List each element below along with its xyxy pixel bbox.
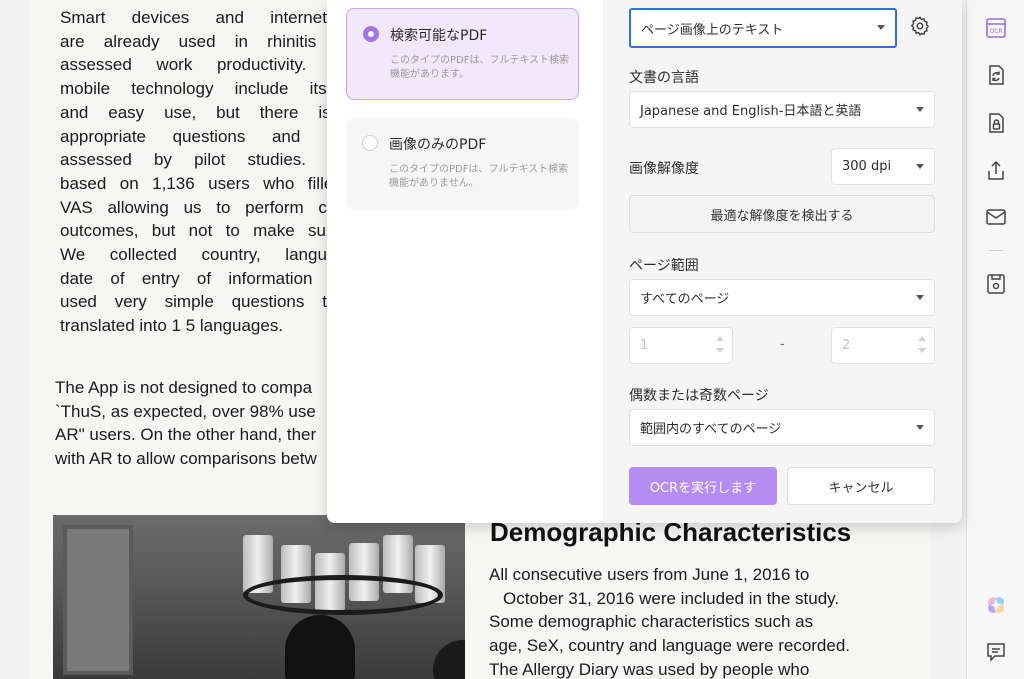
ocr-type-options: 検索可能なPDF このタイプのPDFは、フルテキスト検索機能があります。 画像の… [327,0,603,523]
text-line: based on 1,136 users who filled i [60,173,360,193]
toolbar-divider [989,250,1003,251]
range-to-value: 2 [842,338,851,353]
text-line: appropriate questions and resu [60,126,360,146]
text-line: `ThuS, as expected, over 98% use [55,401,316,421]
text-line: assessed work productivity. The [60,55,360,75]
resolution-select[interactable]: 300 dpi [831,148,935,185]
text-line: The Allergy Diary was used by people who [489,659,810,679]
text-line: VAS allowing us to perform comp [60,197,360,217]
document-paragraph-1: Smart devices and internet-bas are alrea… [60,6,360,338]
text-line: and easy use, but there is a [60,102,360,122]
run-ocr-button[interactable]: OCRを実行します [629,467,777,505]
protect-icon[interactable] [984,111,1008,135]
option-title: 画像のみのPDF [389,137,487,153]
language-select[interactable]: Japanese and English-日本語と英語 [629,91,935,128]
chevron-down-icon [916,425,924,430]
resolution-value: 300 dpi [842,159,892,174]
chevron-down-icon [916,295,924,300]
text-line: outcomes, but not to make subgro [60,221,360,241]
cancel-button[interactable]: キャンセル [787,467,935,505]
text-line: AR" users. On the other hand, ther [55,425,317,445]
comment-icon[interactable] [984,640,1008,664]
chevron-down-icon [916,164,924,169]
mail-icon[interactable] [984,205,1008,229]
gear-icon[interactable] [909,15,931,37]
output-mode-value: ページ画像上のテキスト [641,22,784,38]
radio-unselected[interactable] [362,135,378,151]
page-range-select[interactable]: すべてのページ [629,279,935,316]
text-line: Smart devices and internet-bas [60,8,360,27]
option-title: 検索可能なPDF [390,28,488,44]
text-line: used very simple questions trans [60,292,360,312]
stepper-icon[interactable] [918,336,926,356]
save-icon[interactable] [984,272,1008,296]
range-from-input[interactable]: 1 [629,327,733,364]
language-value: Japanese and English-日本語と英語 [640,104,862,119]
page-range-label: ページ範囲 [629,258,699,274]
text-line: with AR to allow comparisons betw [55,449,317,469]
range-from-value: 1 [640,338,649,353]
odd-even-label: 偶数または奇数ページ [629,388,769,404]
option-image-only-pdf[interactable]: 画像のみのPDF このタイプのPDFは、フルテキスト検索機能がありません。 [346,118,579,210]
document-photo [53,515,465,679]
text-line: Some demographic characteristics such as [489,612,814,632]
document-paragraph-2: The App is not designed to compa `ThuS, … [55,376,317,471]
option-description: このタイプのPDFは、フルテキスト検索機能がありません。 [389,164,569,189]
svg-text:OCR: OCR [989,28,1002,35]
chevron-down-icon [916,107,924,112]
text-line: age, SeX, country and language were reco… [489,636,851,656]
ocr-icon[interactable]: OCR [984,16,1008,40]
share-icon[interactable] [984,159,1008,183]
range-separator: - [780,337,785,352]
text-line: translated into 1 5 languages. [60,316,284,336]
chevron-down-icon [877,25,885,30]
stepper-icon[interactable] [716,336,724,356]
detect-resolution-button[interactable]: 最適な解像度を検出する [629,195,935,233]
text-line: are already used in rhinitis (24 [60,31,360,51]
range-to-input[interactable]: 2 [831,327,935,364]
text-line: All consecutive users from June 1, 2016 … [489,565,810,584]
output-mode-select[interactable]: ページ画像上のテキスト [629,8,897,48]
resolution-label: 画像解像度 [629,161,699,177]
convert-icon[interactable] [984,63,1008,87]
ocr-settings: ページ画像上のテキスト 文書の言語 Japanese and English-日… [603,0,962,523]
text-line: The App is not designed to compa [55,378,313,397]
ai-assistant-icon[interactable] [984,593,1008,617]
language-label: 文書の言語 [629,70,699,86]
odd-even-value: 範囲内のすべてのページ [640,422,782,437]
right-toolbar: OCR [966,0,1024,679]
radio-selected[interactable] [363,26,379,42]
document-paragraph-3: All consecutive users from June 1, 2016 … [489,563,850,679]
ocr-panel: 検索可能なPDF このタイプのPDFは、フルテキスト検索機能があります。 画像の… [327,0,962,523]
page-range-value: すべてのページ [640,292,730,307]
option-description: このタイプのPDFは、フルテキスト検索機能があります。 [390,55,570,80]
text-line: October 31, 2016 were included in the st… [503,588,840,608]
odd-even-select[interactable]: 範囲内のすべてのページ [629,409,935,446]
text-line: assessed by pilot studies. This [60,150,360,170]
text-line: date of entry of information with [60,268,360,288]
text-line: mobile technology include its w [60,79,360,99]
option-searchable-pdf[interactable]: 検索可能なPDF このタイプのPDFは、フルテキスト検索機能があります。 [346,8,579,100]
text-line: We collected country, language, [60,245,360,265]
